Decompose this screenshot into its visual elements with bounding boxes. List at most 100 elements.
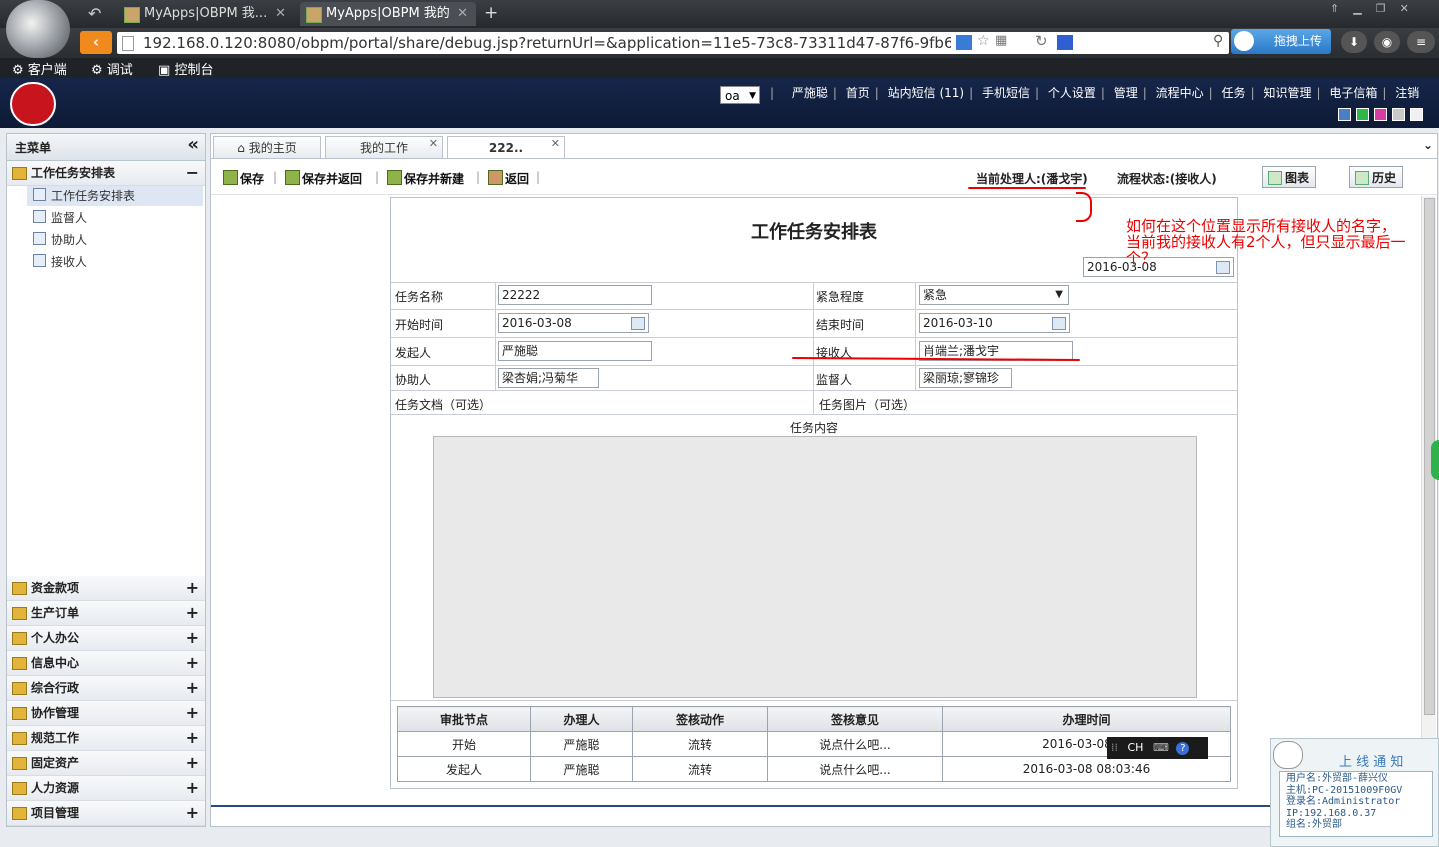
skin-pink[interactable] (1374, 108, 1387, 121)
back-button[interactable]: ‹ (80, 31, 112, 54)
sidebar-item-assistant[interactable]: 协助人 (33, 230, 87, 250)
sidebar-group-info[interactable]: 信息中心 + (7, 651, 205, 676)
start-time-input[interactable]: 2016-03-08 (498, 313, 649, 333)
tab-my-work[interactable]: 我的工作 ✕ (325, 136, 443, 158)
expand-icon[interactable]: + (186, 726, 199, 750)
search-engine-icon[interactable] (1057, 35, 1073, 50)
favorite-star-icon[interactable]: ☆ (977, 33, 990, 49)
sidebar-group-hr[interactable]: 人力资源 + (7, 776, 205, 801)
browser-tab-2-active[interactable]: MyApps|OBPM 我的 ✕ (300, 2, 476, 26)
refresh-icon[interactable]: ↻ (1035, 32, 1048, 50)
menu-icon[interactable]: ≡ (1407, 31, 1435, 53)
save-and-back-button[interactable]: 保存并返回 (285, 170, 362, 187)
sidebar-group-projects[interactable]: 项目管理 + (7, 801, 205, 826)
url-field[interactable]: 192.168.0.120:8080/obpm/portal/share/deb… (117, 32, 1229, 54)
search-icon[interactable]: ⚲ (1213, 33, 1223, 49)
sidebar-group-standards[interactable]: 规范工作 + (7, 726, 205, 751)
expand-icon[interactable]: + (186, 751, 199, 775)
skin-gray[interactable] (1392, 108, 1405, 121)
sidebar-group-production[interactable]: 生产订单 + (7, 601, 205, 626)
restore-icon[interactable]: ❐ (1376, 2, 1400, 15)
expand-icon[interactable]: + (186, 651, 199, 675)
close-icon[interactable]: ✕ (429, 133, 438, 155)
nav-home[interactable]: 首页 (846, 86, 870, 100)
nav-knowledge[interactable]: 知识管理 (1263, 86, 1311, 100)
sidebar-group-personal[interactable]: 个人办公 + (7, 626, 205, 651)
nav-admin[interactable]: 管理 (1114, 86, 1138, 100)
sidebar-item-supervisor[interactable]: 监督人 (33, 208, 87, 228)
qr-icon[interactable]: ▦ (995, 33, 1007, 48)
sidebar-group-funds[interactable]: 资金款项 + (7, 576, 205, 601)
nav-user[interactable]: 严施聪 (792, 86, 828, 100)
nav-settings[interactable]: 个人设置 (1048, 86, 1096, 100)
close-icon[interactable]: ✕ (457, 2, 468, 26)
org-select[interactable]: oa ▼ (720, 86, 760, 104)
skin-white[interactable] (1410, 108, 1423, 121)
bookmark-debug[interactable]: ⚙ 调试 (91, 59, 133, 78)
close-icon[interactable]: ✕ (551, 133, 560, 155)
expand-icon[interactable]: + (186, 576, 199, 600)
tab-overflow-icon[interactable]: ⌄ (1423, 138, 1433, 152)
bookmark-client[interactable]: ⚙ 客户端 (12, 59, 67, 78)
assistant-input[interactable]: 梁杏娟;冯菊华 (498, 368, 599, 388)
calendar-icon[interactable] (1052, 317, 1066, 330)
save-and-new-button[interactable]: 保存并新建 (387, 170, 464, 187)
supervisor-input[interactable]: 梁丽琼;寥锦珍 (919, 368, 1012, 388)
chart-button[interactable]: 图表 (1262, 166, 1316, 188)
security-badge-icon[interactable] (956, 35, 972, 50)
expand-icon[interactable]: + (186, 701, 199, 725)
close-window-icon[interactable]: ✕ (1400, 2, 1423, 15)
expand-icon[interactable]: + (186, 801, 199, 825)
task-name-input[interactable]: 22222 (498, 285, 652, 305)
tab-my-home[interactable]: ⌂ 我的主页 (213, 136, 321, 158)
nav-flow-center[interactable]: 流程中心 (1156, 86, 1204, 100)
end-time-input[interactable]: 2016-03-10 (919, 313, 1070, 333)
close-icon[interactable]: ✕ (275, 2, 286, 26)
urgency-select[interactable]: 紧急 ▼ (919, 285, 1069, 305)
sidebar-group-collab[interactable]: 协作管理 + (7, 701, 205, 726)
initiator-input[interactable]: 严施聪 (498, 341, 652, 361)
green-side-tab[interactable] (1431, 440, 1439, 480)
sidebar-group-task-arrangement[interactable]: 工作任务安排表 − (7, 161, 205, 186)
expand-icon[interactable]: + (186, 776, 199, 800)
task-content-textarea[interactable] (433, 436, 1197, 698)
history-button[interactable]: 历史 (1349, 166, 1403, 188)
expand-icon[interactable]: + (186, 626, 199, 650)
skin-blue[interactable] (1338, 108, 1351, 121)
new-tab-button[interactable]: + (484, 3, 498, 23)
scrollbar[interactable] (1421, 196, 1436, 806)
sidebar-item-task-arrangement[interactable]: 工作任务安排表 (27, 186, 203, 206)
back-arrow-icon[interactable]: ↶ (88, 4, 101, 23)
collapse-icon[interactable]: « (187, 134, 199, 155)
ime-toolbar[interactable]: ⁞⁞ CH ⌨ ? (1107, 737, 1208, 759)
download-icon[interactable]: ⬇ (1341, 31, 1367, 53)
minimize-icon[interactable]: ▁ (1353, 2, 1375, 15)
sidebar-item-receiver[interactable]: 接收人 (33, 252, 87, 272)
bookmark-console[interactable]: ▣ 控制台 (158, 59, 213, 78)
browser-logo[interactable] (6, 0, 70, 58)
expand-icon[interactable]: + (186, 601, 199, 625)
toolbar-divider: | (536, 170, 541, 184)
expand-icon[interactable]: + (186, 676, 199, 700)
game-icon[interactable]: ◉ (1374, 31, 1400, 53)
mascot-icon (1273, 741, 1303, 769)
browser-tab-1[interactable]: MyApps|OBPM 我... ✕ (118, 2, 294, 26)
calendar-icon[interactable] (631, 317, 645, 330)
nav-tasks[interactable]: 任务 (1222, 86, 1246, 100)
nav-messages[interactable]: 站内短信 (11) (888, 86, 964, 100)
keyboard-icon[interactable]: ⌨ (1153, 741, 1169, 754)
tab-current-form[interactable]: 222.. ✕ (447, 136, 565, 158)
pin-icon[interactable]: ⇑ (1330, 2, 1353, 15)
sidebar-group-assets[interactable]: 固定资产 + (7, 751, 205, 776)
nav-sms[interactable]: 手机短信 (982, 86, 1030, 100)
nav-logout[interactable]: 注销 (1395, 86, 1419, 100)
upload-button[interactable]: 拖拽上传 (1231, 29, 1331, 54)
save-button[interactable]: 保存 (223, 170, 264, 187)
sidebar-group-admin[interactable]: 综合行政 + (7, 676, 205, 701)
nav-email[interactable]: 电子信箱 (1329, 86, 1377, 100)
help-icon[interactable]: ? (1176, 742, 1190, 755)
current-handler: 当前处理人:(潘戈宇) (976, 172, 1088, 186)
skin-green[interactable] (1356, 108, 1369, 121)
ime-language[interactable]: CH (1128, 741, 1144, 754)
back-button[interactable]: 返回 (488, 170, 529, 187)
